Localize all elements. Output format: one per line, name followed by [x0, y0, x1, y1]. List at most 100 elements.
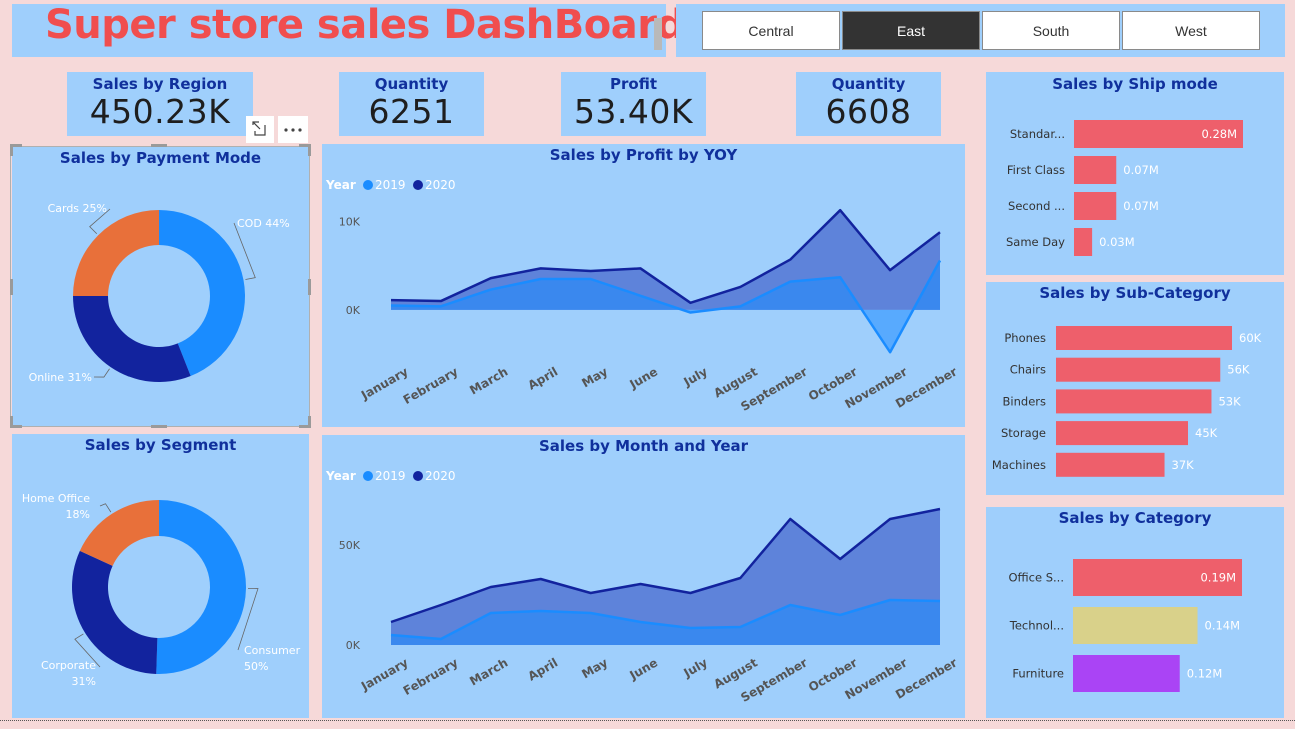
visual-header	[224, 116, 308, 143]
region-slicer: Central East South West	[676, 4, 1285, 57]
resize-handle[interactable]	[10, 144, 13, 156]
x-tick-label: April	[525, 655, 560, 683]
slicer-button-west[interactable]: West	[1122, 11, 1260, 50]
resize-handle[interactable]	[10, 416, 13, 428]
bar-value-label: 60K	[1239, 331, 1262, 345]
bar-value-label: 0.28M	[1201, 127, 1237, 141]
resize-handle[interactable]	[308, 279, 311, 295]
bar-chairs[interactable]	[1056, 357, 1221, 382]
resize-handle[interactable]	[10, 279, 13, 295]
bar-value-label: 53K	[1218, 394, 1241, 408]
sub-category-bars: Phones 60K Chairs 56K Binders 53K Storage 45K Ma…	[992, 326, 1262, 477]
slice-percent: 50%	[244, 660, 268, 673]
bar-value-label: 56K	[1227, 363, 1250, 377]
dashboard-title: Super store sales DashBoard	[45, 2, 685, 48]
legend-marker-2019[interactable]	[363, 180, 373, 190]
bar-value-label: 0.19M	[1200, 571, 1236, 585]
bar-value-label: 0.12M	[1187, 667, 1223, 681]
kpi-label: Quantity	[374, 75, 449, 93]
bar-value-label: 0.07M	[1123, 199, 1159, 213]
bar-value-label: 0.14M	[1205, 619, 1241, 633]
profit-yoy-panel: Sales by Profit by YOY Year 2019 2020 0K 10K…	[322, 144, 965, 427]
legend-marker-2020[interactable]	[413, 180, 423, 190]
bar-same-day[interactable]	[1074, 228, 1093, 256]
resize-handle[interactable]	[308, 144, 311, 156]
ship-mode-bars: Standar... 0.28M First Class 0.07M Second ..…	[1006, 120, 1243, 256]
slice-label: Home Office	[22, 492, 90, 505]
month-year-chart: Year 2019 20200K50KJanuaryFebruary March Apr…	[325, 469, 960, 705]
leader-line	[99, 503, 112, 513]
bar-category-label: Technol...	[1009, 619, 1064, 633]
x-tick-label: April	[525, 364, 560, 392]
bar-category-label: Furniture	[1012, 667, 1064, 681]
bar-binders[interactable]	[1056, 389, 1212, 414]
kpi-card-quantity: Quantity 6251	[339, 72, 484, 136]
kpi-value: 450.23K	[89, 92, 231, 131]
kpi-value: 6251	[368, 92, 455, 131]
page-divider	[0, 720, 1295, 721]
bar-value-label: 45K	[1195, 426, 1218, 440]
y-tick-label: 50K	[339, 539, 361, 552]
legend-marker-2019[interactable]	[363, 471, 373, 481]
more-options-icon[interactable]	[278, 116, 308, 143]
kpi-card-quantity-2: Quantity 6608	[796, 72, 941, 136]
bar-phones[interactable]	[1056, 326, 1232, 350]
slicer-button-east[interactable]: East	[842, 11, 980, 50]
ship-mode-panel: Sales by Ship mode Standar... 0.28M First …	[986, 72, 1284, 275]
resize-handle[interactable]	[308, 416, 311, 428]
title-panel: Super store sales DashBoard	[12, 2, 685, 57]
kpi-label: Profit	[610, 75, 657, 93]
resize-handle[interactable]	[151, 425, 167, 428]
resize-handle[interactable]	[151, 144, 167, 147]
x-tick-label: May	[579, 364, 610, 390]
kpi-label: Sales by Region	[92, 75, 228, 93]
y-tick-label: 0K	[346, 639, 361, 652]
segment-donut: Consumer 50% Corporate 31% Home Office 18%	[22, 492, 301, 688]
legend-title: Year	[325, 178, 356, 192]
sub-category-panel: Sales by Sub-Category Phones 60K Chairs 56K…	[986, 282, 1284, 495]
bar-technol[interactable]	[1073, 607, 1198, 644]
x-tick-label: June	[626, 364, 660, 391]
bar-value-label: 0.03M	[1099, 235, 1135, 249]
legend-label-2019: 2019	[375, 469, 406, 483]
legend-label-2019: 2019	[375, 178, 406, 192]
kpi-label: Quantity	[831, 75, 906, 93]
category-bars: Office S... 0.19M Technol... 0.14M Furniture…	[1009, 559, 1242, 692]
bar-machines[interactable]	[1056, 452, 1165, 477]
kpi-value: 6608	[825, 92, 912, 131]
slice-label: Corporate	[41, 659, 96, 672]
bar-first-class[interactable]	[1074, 156, 1117, 184]
bar-category-label: Second ...	[1008, 199, 1065, 213]
bar-category-label: Same Day	[1006, 235, 1065, 249]
selection-frame	[10, 146, 310, 427]
slice-percent: 18%	[66, 508, 90, 521]
legend-marker-2020[interactable]	[413, 471, 423, 481]
x-tick-label: May	[579, 655, 610, 681]
legend-title: Year	[325, 469, 356, 483]
bar-second[interactable]	[1074, 192, 1117, 220]
y-tick-label: 10K	[339, 216, 361, 229]
bar-furniture[interactable]	[1073, 655, 1180, 692]
title-scrollbar[interactable]	[654, 18, 662, 50]
slicer-button-south[interactable]: South	[982, 11, 1120, 50]
bar-category-label: Chairs	[1010, 363, 1046, 377]
focus-mode-icon[interactable]	[246, 116, 274, 143]
bar-storage[interactable]	[1056, 421, 1188, 446]
bar-category-label: First Class	[1007, 163, 1065, 177]
x-tick-label: March	[467, 655, 510, 688]
bar-category-label: Office S...	[1009, 571, 1065, 585]
segment-panel: Sales by Segment Consumer 50% Corporate 31%…	[12, 434, 309, 718]
donut-slice-consumer[interactable]	[156, 500, 247, 674]
x-tick-label: June	[626, 655, 660, 682]
donut-slice-corporate[interactable]	[71, 550, 158, 674]
donut-slice-home-office[interactable]	[79, 500, 159, 566]
slicer-button-central[interactable]: Central	[702, 11, 840, 50]
month-year-panel: Sales by Month and Year Year 2019 2020 0K 50…	[322, 435, 965, 718]
bar-value-label: 0.07M	[1123, 163, 1159, 177]
kpi-card-sales-by-region: Sales by Region 450.23K	[67, 72, 253, 136]
legend-label-2020: 2020	[425, 178, 456, 192]
bar-category-label: Storage	[1001, 426, 1046, 440]
slice-percent: 31%	[72, 675, 96, 688]
slice-label: Consumer	[244, 644, 301, 657]
x-tick-label: July	[680, 655, 710, 680]
